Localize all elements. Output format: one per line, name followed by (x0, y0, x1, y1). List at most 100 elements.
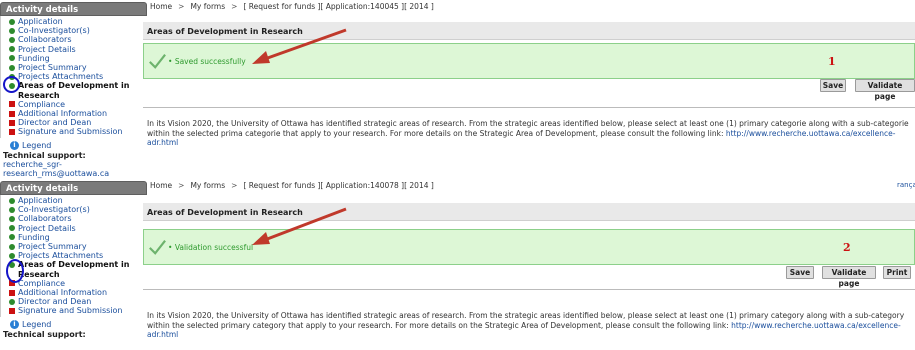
status-dot-icon (9, 197, 15, 204)
sidebar-item-projects-attachments[interactable]: Projects Attachments (9, 251, 147, 260)
sidebar-item-label: Project Details (18, 223, 76, 233)
status-dot-icon (9, 225, 15, 232)
legend-link[interactable]: i Legend (10, 319, 147, 329)
chevron-right-icon: > (231, 181, 238, 190)
checkmark-icon (149, 240, 166, 255)
success-message-2: • Validation successful (143, 229, 915, 265)
annotation-circle-1 (3, 76, 20, 93)
technical-support-label: Technical support: (3, 150, 86, 160)
sidebar-item-co-investigators[interactable]: Co-Investigator(s) (9, 26, 147, 35)
sidebar-item-label: Project Summary (18, 63, 87, 73)
sidebar-item-director-and-dean[interactable]: Director and Dean (9, 118, 147, 127)
sidebar-item-projects-attachments[interactable]: Projects Attachments (9, 72, 147, 81)
status-dot-icon (9, 234, 15, 241)
sidebar-title: Activity details (0, 2, 147, 16)
sidebar-item-project-summary[interactable]: Project Summary (9, 63, 147, 72)
intro-text-2: In its Vision 2020, the University of Ot… (143, 289, 915, 350)
sidebar-item-application[interactable]: Application (9, 196, 147, 205)
status-dot-icon (9, 243, 15, 250)
intro-text-1: In its Vision 2020, the University of Ot… (143, 107, 915, 163)
sidebar-item-areas-of-development[interactable]: Areas of Development in Research (9, 81, 147, 100)
status-square-icon (9, 307, 15, 314)
breadcrumb-home[interactable]: Home (150, 2, 172, 11)
breadcrumb-my-forms[interactable]: My forms (190, 2, 225, 11)
sidebar-item-label: Application (18, 17, 63, 26)
francais-link[interactable]: rançai (897, 181, 915, 189)
validate-page-button[interactable]: Validate page (855, 79, 915, 101)
validate-page-button[interactable]: Validate page (822, 266, 876, 288)
sidebar-item-label: Areas of Development in Research (18, 260, 130, 279)
sidebar-item-co-investigators[interactable]: Co-Investigator(s) (9, 205, 147, 214)
technical-support-label: Technical support: (3, 329, 86, 339)
sidebar-item-label: Collaborators (18, 35, 72, 45)
sidebar-item-label: Project Details (18, 44, 76, 54)
annotation-circle-2 (6, 259, 24, 283)
breadcrumb-1: Home > My forms > [ Request for funds ][ App… (150, 2, 440, 11)
sidebar-item-project-details[interactable]: Project Details (9, 224, 147, 233)
chevron-right-icon: > (231, 2, 238, 11)
status-dot-icon (9, 252, 15, 259)
status-dot-icon (9, 18, 15, 25)
sidebar-item-label: Project Summary (18, 242, 87, 252)
sidebar-item-label: Co-Investigator(s) (18, 26, 90, 36)
sidebar-item-compliance[interactable]: Compliance (9, 279, 147, 288)
status-square-icon (9, 119, 15, 126)
sidebar-item-label: Areas of Development in Research (18, 81, 130, 100)
print-button[interactable]: Print (883, 266, 911, 279)
status-dot-icon (9, 36, 15, 43)
success-text: • Saved successfully (168, 57, 246, 66)
chevron-right-icon: > (178, 181, 185, 190)
sidebar-item-label: Co-Investigator(s) (18, 205, 90, 215)
sidebar-item-label: Projects Attachments (18, 72, 104, 82)
status-square-icon (9, 110, 15, 117)
breadcrumb-my-forms[interactable]: My forms (190, 181, 225, 190)
info-icon: i (10, 319, 19, 329)
sidebar-item-project-summary[interactable]: Project Summary (9, 242, 147, 251)
sidebar-item-areas-of-development[interactable]: Areas of Development in Research (9, 260, 147, 279)
sidebar-item-label: Signature and Submission (18, 306, 123, 316)
breadcrumb-request: [ Request for funds ][ Application:14004… (243, 2, 434, 11)
status-square-icon (9, 289, 15, 296)
annotation-number-1: 1 (828, 55, 836, 68)
status-square-icon (9, 101, 15, 108)
sidebar-item-additional-information[interactable]: Additional Information (9, 109, 147, 118)
sidebar-item-label: Director and Dean (18, 118, 92, 128)
success-text: • Validation successful (168, 243, 254, 252)
sidebar-item-signature-and-submission[interactable]: Signature and Submission (9, 127, 147, 136)
breadcrumb-home[interactable]: Home (150, 181, 172, 190)
legend-link[interactable]: i Legend (10, 140, 147, 150)
annotation-number-2: 2 (843, 241, 851, 254)
status-dot-icon (9, 298, 15, 305)
save-button[interactable]: Save (820, 79, 846, 92)
status-dot-icon (9, 64, 15, 71)
sidebar-item-label: Compliance (18, 99, 66, 109)
sidebar-item-label: Director and Dean (18, 297, 92, 307)
sidebar-item-director-and-dean[interactable]: Director and Dean (9, 297, 147, 306)
sidebar-item-collaborators[interactable]: Collaborators (9, 35, 147, 44)
support-email-link[interactable]: recherche_sgr-research_rms@uottawa.ca (3, 160, 147, 178)
sidebar-item-project-details[interactable]: Project Details (9, 45, 147, 54)
status-dot-icon (9, 46, 15, 53)
sidebar-item-label: Additional Information (18, 288, 108, 298)
legend-label: Legend (22, 319, 52, 329)
breadcrumb-2: Home > My forms > [ Request for funds ][ App… (150, 181, 440, 190)
legend-label: Legend (22, 140, 52, 150)
save-button[interactable]: Save (786, 266, 814, 279)
sidebar-item-collaborators[interactable]: Collaborators (9, 214, 147, 223)
sidebar-item-signature-and-submission[interactable]: Signature and Submission (9, 306, 147, 315)
sidebar-item-additional-information[interactable]: Additional Information (9, 288, 147, 297)
status-dot-icon (9, 27, 15, 34)
sidebar-item-label: Collaborators (18, 214, 72, 224)
status-dot-icon (9, 206, 15, 213)
sidebar-item-application[interactable]: Application (9, 17, 147, 26)
sidebar-item-label: Application (18, 196, 63, 205)
sidebar-item-compliance[interactable]: Compliance (9, 100, 147, 109)
section-title-2: Areas of Development in Research (143, 203, 915, 221)
sidebar-item-funding[interactable]: Funding (9, 233, 147, 242)
sidebar-item-funding[interactable]: Funding (9, 54, 147, 63)
sidebar-item-label: Signature and Submission (18, 127, 123, 137)
sidebar-list: Application Co-Investigator(s) Collabora… (0, 195, 147, 317)
sidebar-item-label: Compliance (18, 278, 66, 288)
checkmark-icon (149, 54, 166, 69)
breadcrumb-request: [ Request for funds ][ Application:14007… (243, 181, 434, 190)
